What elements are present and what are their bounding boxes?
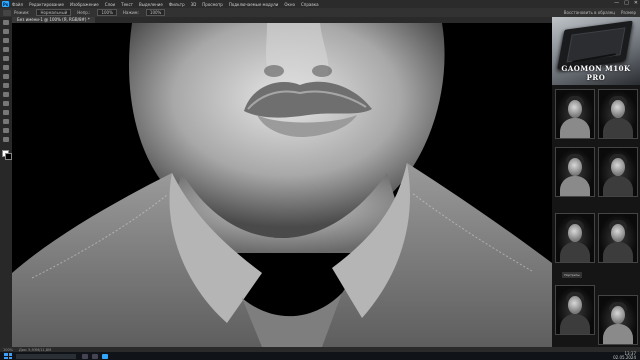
dodge-icon[interactable]: [3, 101, 9, 106]
menu-file[interactable]: Файл: [12, 2, 23, 7]
os-taskbar: 13:37 02.05.2024: [0, 352, 640, 360]
menu-plugins[interactable]: Подключаемые модули: [229, 2, 279, 7]
browser-icon[interactable]: [92, 353, 98, 359]
menu-type[interactable]: Текст: [121, 2, 133, 7]
menu-3d[interactable]: 3D: [191, 2, 197, 7]
photoshop-taskbar-icon[interactable]: [102, 353, 108, 359]
gallery-label[interactable]: Портреты: [562, 272, 582, 278]
stamp-icon[interactable]: [3, 9, 11, 16]
gallery-thumb[interactable]: [598, 89, 638, 139]
canvas[interactable]: [12, 23, 552, 347]
lasso-icon[interactable]: [3, 38, 9, 43]
menu-help[interactable]: Справка: [301, 2, 319, 7]
gallery-thumb[interactable]: [598, 147, 638, 197]
menu-select[interactable]: Выделение: [139, 2, 163, 7]
color-swatches[interactable]: [2, 150, 12, 160]
gradient-icon[interactable]: [3, 92, 9, 97]
explorer-icon[interactable]: [82, 353, 88, 359]
menu-layers[interactable]: Слои: [105, 2, 115, 7]
gallery-thumb[interactable]: [555, 89, 595, 139]
minimize-button[interactable]: —: [614, 0, 619, 6]
portrait-image: [12, 23, 552, 347]
menu-view[interactable]: Просмотр: [202, 2, 223, 7]
eraser-icon[interactable]: [3, 83, 9, 88]
photoshop-logo[interactable]: Ps: [2, 1, 9, 7]
doc-info: Док: 5,93M/11,8M: [19, 347, 52, 352]
clock-date: 02.05.2024: [613, 355, 636, 360]
opacity-label: Непр.:: [77, 10, 91, 15]
menu-window[interactable]: Окно: [284, 2, 295, 7]
menu-bar: Ps Файл Редактирование Изображение Слои …: [0, 0, 640, 8]
crop-icon[interactable]: [3, 47, 9, 52]
taskbar-clock[interactable]: 13:37 02.05.2024: [613, 352, 636, 360]
hand-icon[interactable]: [3, 128, 9, 133]
flow-label: Нажим:: [122, 10, 139, 15]
mode-select[interactable]: Нормальный: [36, 9, 72, 16]
options-right: Восстановить в образец Размер: [564, 10, 636, 15]
gallery-thumb[interactable]: [598, 295, 638, 345]
maximize-button[interactable]: □: [624, 0, 629, 6]
flow-field[interactable]: 100%: [145, 9, 166, 16]
gallery-thumb[interactable]: [555, 147, 595, 197]
zoom-readout[interactable]: 100%: [3, 348, 13, 352]
gallery-thumb[interactable]: [555, 213, 595, 263]
portrait-gallery: Портреты: [552, 85, 640, 352]
opacity-field[interactable]: 100%: [97, 9, 117, 16]
size-option[interactable]: Размер: [621, 10, 636, 15]
tablet-image: [557, 20, 633, 70]
type-icon[interactable]: [3, 119, 9, 124]
eyedropper-icon[interactable]: [3, 56, 9, 61]
tablet-ad[interactable]: GAOMON M10K PRO: [552, 17, 640, 85]
gallery-thumb[interactable]: [555, 285, 595, 335]
mode-label: Режим:: [14, 10, 30, 15]
window-controls: — □ ✕: [614, 0, 638, 6]
background-color[interactable]: [5, 153, 12, 160]
pen-icon[interactable]: [3, 110, 9, 115]
close-button[interactable]: ✕: [634, 0, 638, 6]
marquee-icon[interactable]: [3, 29, 9, 34]
menu-edit[interactable]: Редактирование: [29, 2, 64, 7]
zoom-icon[interactable]: [3, 137, 9, 142]
windows-start-icon[interactable]: [4, 353, 12, 359]
brush-icon[interactable]: [3, 65, 9, 70]
move-icon[interactable]: [3, 20, 9, 25]
taskbar-search[interactable]: [16, 353, 76, 359]
sample-option[interactable]: Восстановить в образец: [564, 10, 615, 15]
tools-panel: [0, 17, 12, 347]
right-panel: GAOMON M10K PRO Портреты: [552, 17, 640, 352]
stamp-icon[interactable]: [3, 74, 9, 79]
gallery-thumb[interactable]: [598, 213, 638, 263]
menu-image[interactable]: Изображение: [70, 2, 99, 7]
ad-caption: GAOMON M10K PRO: [561, 64, 631, 82]
menu-filter[interactable]: Фильтр: [169, 2, 185, 7]
